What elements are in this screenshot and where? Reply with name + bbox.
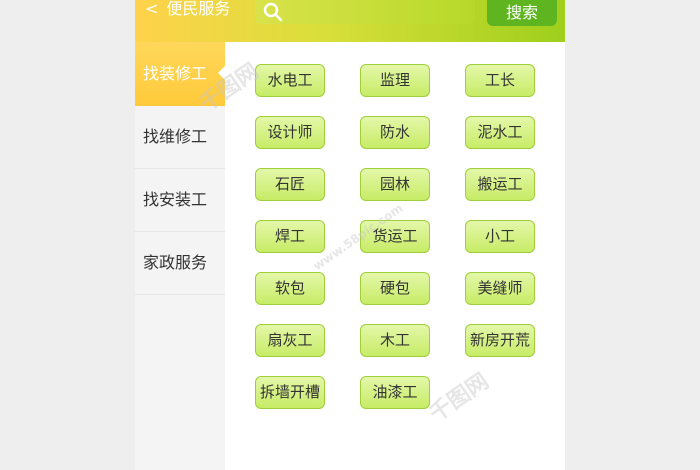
search-button[interactable]: 搜索: [487, 0, 557, 26]
service-tag[interactable]: 货运工: [360, 220, 430, 253]
top-bar: < 便民服务 搜索: [135, 0, 565, 42]
sidebar-item-repair[interactable]: 找维修工: [135, 106, 225, 169]
page-title: 便民服务: [166, 0, 231, 18]
service-tag[interactable]: 监理: [360, 64, 430, 97]
sidebar-item-housekeeping[interactable]: 家政服务: [135, 232, 225, 295]
sidebar-item-label: 找装修工: [143, 64, 208, 83]
service-tag[interactable]: 木工: [360, 324, 430, 357]
service-tag[interactable]: 石匠: [255, 168, 325, 201]
service-tag[interactable]: 新房开荒: [465, 324, 535, 357]
service-tag[interactable]: 扇灰工: [255, 324, 325, 357]
search-input[interactable]: [255, 0, 475, 24]
service-tag[interactable]: 泥水工: [465, 116, 535, 149]
service-tag[interactable]: 美缝师: [465, 272, 535, 305]
service-tag[interactable]: 小工: [465, 220, 535, 253]
service-tag[interactable]: 软包: [255, 272, 325, 305]
sidebar-item-label: 找安装工: [143, 190, 208, 209]
phone-screen: < 便民服务 搜索 找装修工 找维修工 找安装工 家政服务 水电工 监理 工长 …: [135, 0, 565, 470]
category-sidebar: 找装修工 找维修工 找安装工 家政服务: [135, 42, 225, 470]
chevron-left-icon: <: [145, 0, 159, 18]
back-button[interactable]: < 便民服务: [145, 0, 230, 18]
sidebar-item-renovation[interactable]: 找装修工: [135, 42, 225, 106]
service-tag[interactable]: 设计师: [255, 116, 325, 149]
service-tag[interactable]: 园林: [360, 168, 430, 201]
service-tag[interactable]: 防水: [360, 116, 430, 149]
service-tag[interactable]: 水电工: [255, 64, 325, 97]
sidebar-item-label: 找维修工: [143, 127, 208, 146]
sidebar-item-label: 家政服务: [143, 253, 208, 272]
service-tag[interactable]: 工长: [465, 64, 535, 97]
service-tag[interactable]: 搬运工: [465, 168, 535, 201]
service-tag[interactable]: 焊工: [255, 220, 325, 253]
service-panel: 水电工 监理 工长 设计师 防水 泥水工 石匠 园林 搬运工 焊工 货运工 小工…: [225, 42, 565, 470]
service-tag[interactable]: 硬包: [360, 272, 430, 305]
service-tag[interactable]: 拆墙开槽: [255, 376, 325, 409]
service-grid: 水电工 监理 工长 设计师 防水 泥水工 石匠 园林 搬运工 焊工 货运工 小工…: [255, 64, 535, 409]
sidebar-item-installation[interactable]: 找安装工: [135, 169, 225, 232]
active-caret-icon: [218, 66, 225, 80]
service-tag[interactable]: 油漆工: [360, 376, 430, 409]
search-icon: [263, 2, 283, 22]
